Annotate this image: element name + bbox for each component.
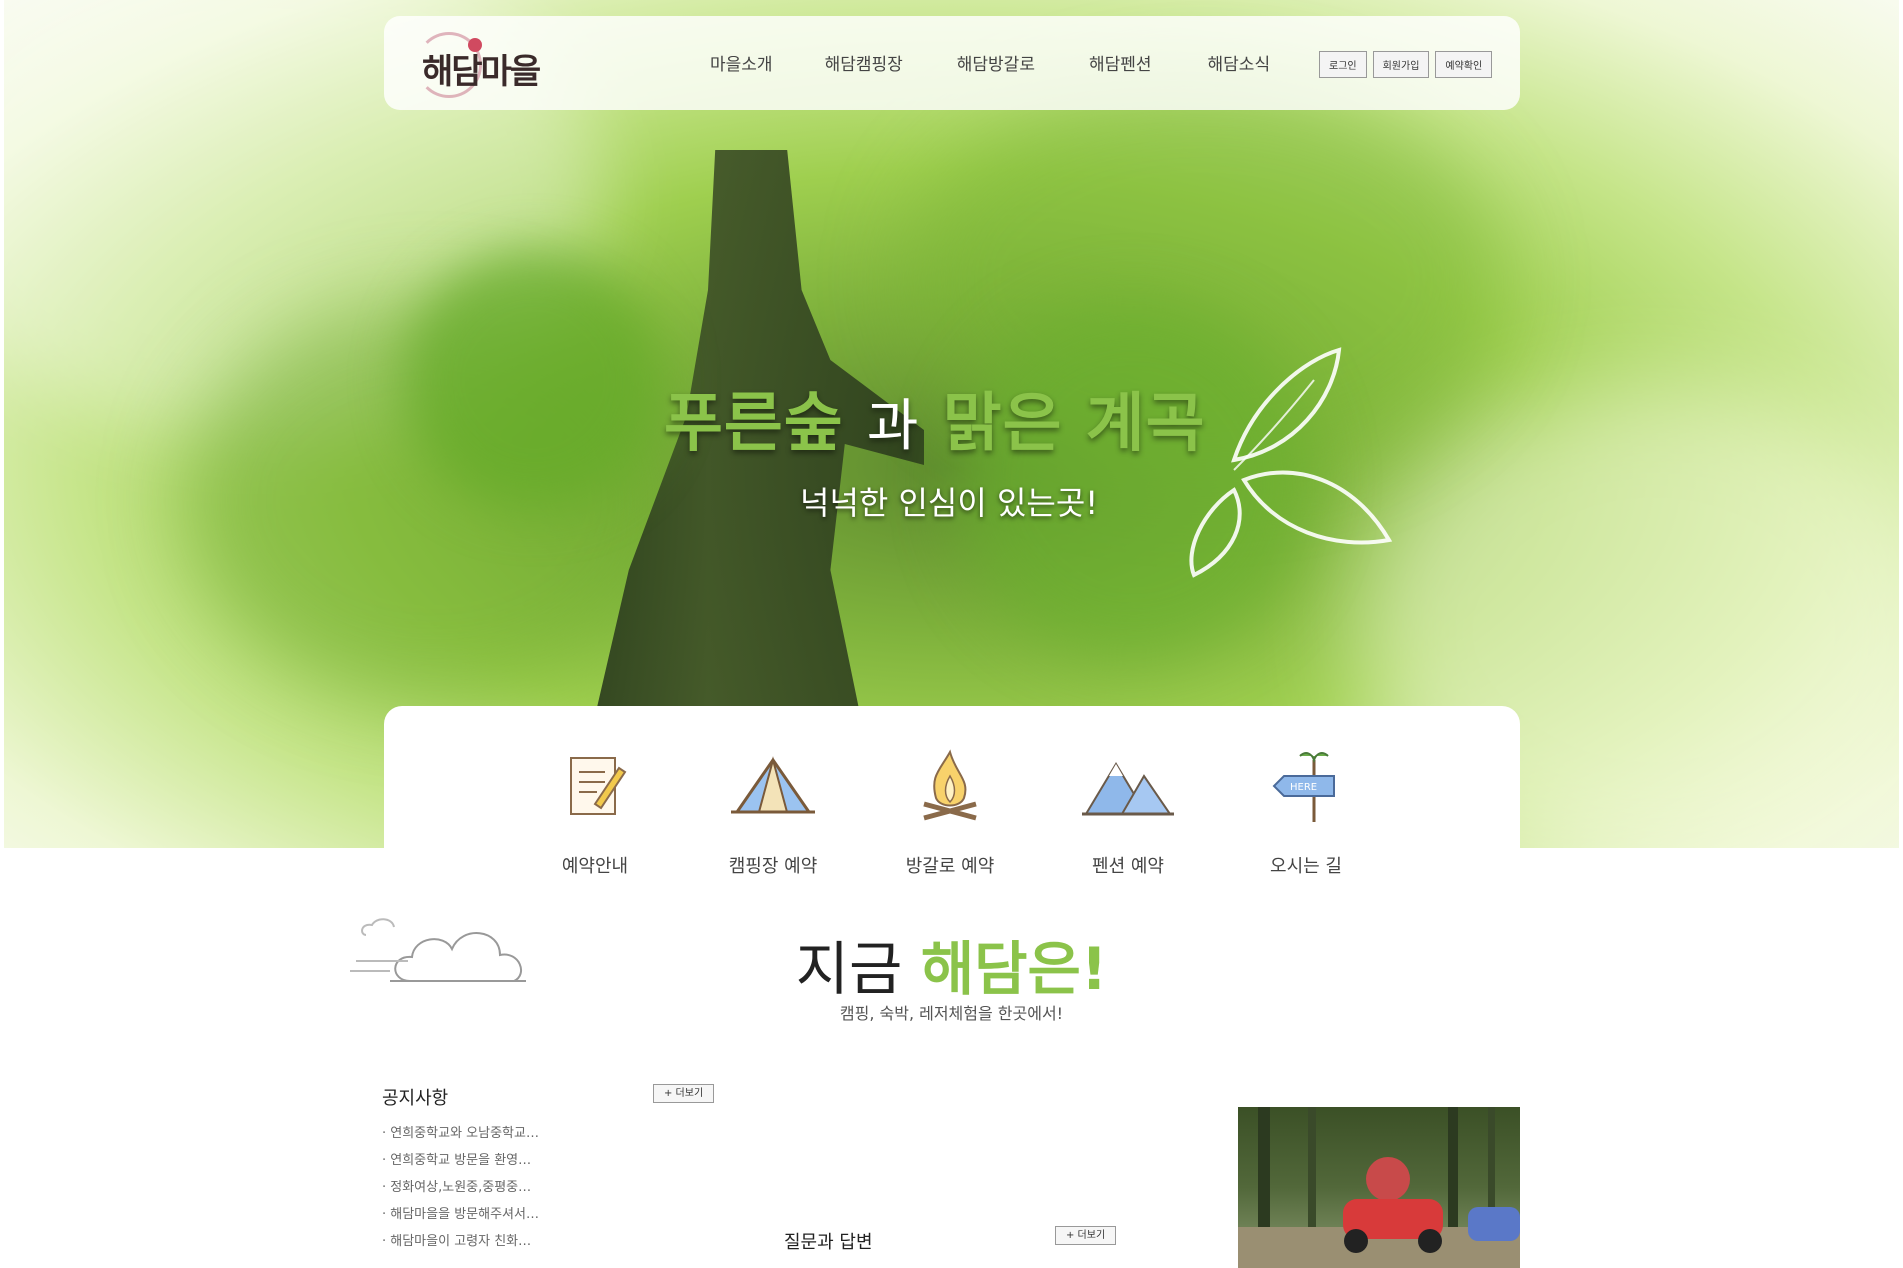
hero-headline: 푸른숲 과 맑은 계곡 [664, 372, 1206, 464]
top-navigation: 해담마을 마을소개 해담캠핑장 해담방갈로 해담펜션 해담소식 로그인 회원가입… [384, 16, 1520, 110]
menu-item-bungalow[interactable]: 해담방갈로 [957, 50, 1035, 75]
quick-links-panel: 예약안내 캠핑장 예약 방갈로 예약 펜션 예약 HERE 오시는 길 [384, 706, 1520, 877]
quick-label: 오시는 길 [1270, 856, 1342, 877]
svg-text:HERE: HERE [1290, 782, 1317, 793]
forest-cart-photo [1238, 1107, 1520, 1268]
qa-heading: 질문과 답변 [784, 1232, 873, 1253]
menu-item-camping[interactable]: 해담캠핑장 [825, 50, 903, 75]
section-title-part-2: 해담은! [920, 935, 1108, 1003]
notice-item[interactable]: 연희중학교 방문을 환영… [382, 1149, 539, 1176]
reservation-check-button[interactable]: 예약확인 [1435, 51, 1493, 78]
quick-pension-reservation[interactable]: 펜션 예약 [1048, 746, 1208, 878]
quick-directions[interactable]: HERE 오시는 길 [1226, 746, 1386, 878]
notice-more-button[interactable]: + 더보기 [653, 1084, 715, 1103]
notice-list: 연희중학교와 오남중학교… 연희중학교 방문을 환영… 정화여상,노원중,중평중… [382, 1122, 539, 1257]
login-button[interactable]: 로그인 [1319, 51, 1367, 78]
notice-heading: 공지사항 [382, 1088, 449, 1109]
hero-subline: 넉넉한 인심이 있는곳! [800, 484, 1099, 522]
campfire-icon [923, 749, 977, 821]
section-subtitle: 캠핑, 숙박, 레저체험을 한곳에서! [839, 1004, 1064, 1023]
menu-item-pension[interactable]: 해담펜션 [1089, 50, 1152, 75]
quick-label: 캠핑장 예약 [728, 856, 818, 877]
quick-reservation-info[interactable]: 예약안내 [515, 746, 675, 878]
utility-links: 로그인 회원가입 예약확인 [1319, 51, 1493, 78]
menu-item-news[interactable]: 해담소식 [1208, 50, 1271, 75]
notice-item[interactable]: 정화여상,노원중,중평중… [382, 1176, 539, 1203]
gallery-photo[interactable] [1238, 1107, 1520, 1268]
quick-camping-reservation[interactable]: 캠핑장 예약 [693, 746, 853, 878]
main-menu: 마을소개 해담캠핑장 해담방갈로 해담펜션 해담소식 [710, 50, 1270, 75]
logo-text: 해담마을 [422, 52, 541, 92]
notice-item[interactable]: 해담마을이 고령자 친화… [382, 1230, 539, 1257]
notice-item[interactable]: 연희중학교와 오남중학교… [382, 1122, 539, 1149]
mountain-icon [1082, 762, 1174, 816]
signpost-icon: HERE [1272, 752, 1335, 822]
document-pen-icon [570, 757, 627, 815]
headline-part-3: 맑은 계곡 [942, 387, 1206, 461]
quick-label: 방갈로 예약 [905, 856, 995, 877]
quick-label: 펜션 예약 [1092, 856, 1164, 877]
signup-button[interactable]: 회원가입 [1372, 51, 1430, 78]
menu-item-village[interactable]: 마을소개 [710, 50, 773, 75]
quick-label: 예약안내 [561, 856, 629, 877]
headline-part-2: 과 [866, 394, 920, 459]
quick-bungalow-reservation[interactable]: 방갈로 예약 [870, 746, 1030, 878]
section-title-part-1: 지금 [795, 935, 903, 1003]
site-logo[interactable]: 해담마을 [412, 30, 544, 102]
tent-icon [731, 756, 815, 814]
section-title: 지금 해담은! [0, 922, 1903, 1006]
qa-more-button[interactable]: + 더보기 [1055, 1226, 1117, 1245]
headline-part-1: 푸른숲 [664, 387, 844, 461]
notice-item[interactable]: 해담마을을 방문해주셔서… [382, 1203, 539, 1230]
